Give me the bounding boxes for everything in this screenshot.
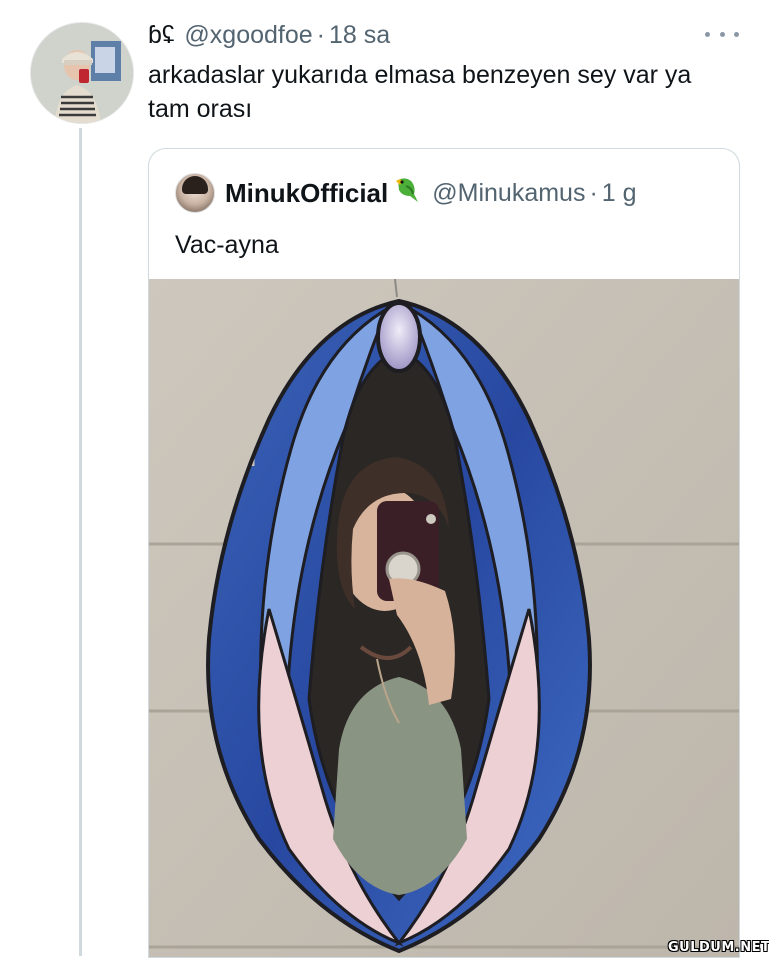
quoted-tweet-text: Vac-ayna [175,231,279,259]
tweet[interactable]: ɓʢ @xgoodfoe · 18 sa arkadaslar yukarıda… [0,0,769,958]
avatar-photo [31,23,133,123]
quoted-tweet[interactable]: MinukOfficial @Minukamus · 1 g Vac-ayna [148,148,740,958]
quoted-handle[interactable]: @Minukamus [432,179,585,208]
watermark: GULDUM.NET [668,940,769,955]
mirror-selfie-image [149,279,739,957]
quoted-timestamp[interactable]: 1 g [602,179,637,208]
quoted-display-name[interactable]: MinukOfficial [225,178,388,209]
quoted-separator: · [589,178,598,207]
display-name[interactable]: ɓʢ [148,21,174,50]
tweet-header: ɓʢ @xgoodfoe · 18 sa [148,18,390,52]
quoted-avatar[interactable] [175,173,215,213]
tweet-text: arkadaslar yukarıda elmasa benzeyen sey … [148,61,692,123]
quoted-tweet-header: MinukOfficial @Minukamus · 1 g [175,171,637,215]
separator: · [316,20,325,49]
parrot-icon [392,176,422,211]
thread-line [79,128,82,956]
timestamp[interactable]: 18 sa [329,21,390,50]
handle[interactable]: @xgoodfoe [184,21,312,50]
more-horizontal-icon[interactable] [705,26,739,42]
avatar[interactable] [30,22,134,124]
quoted-media-photo[interactable] [149,279,739,957]
